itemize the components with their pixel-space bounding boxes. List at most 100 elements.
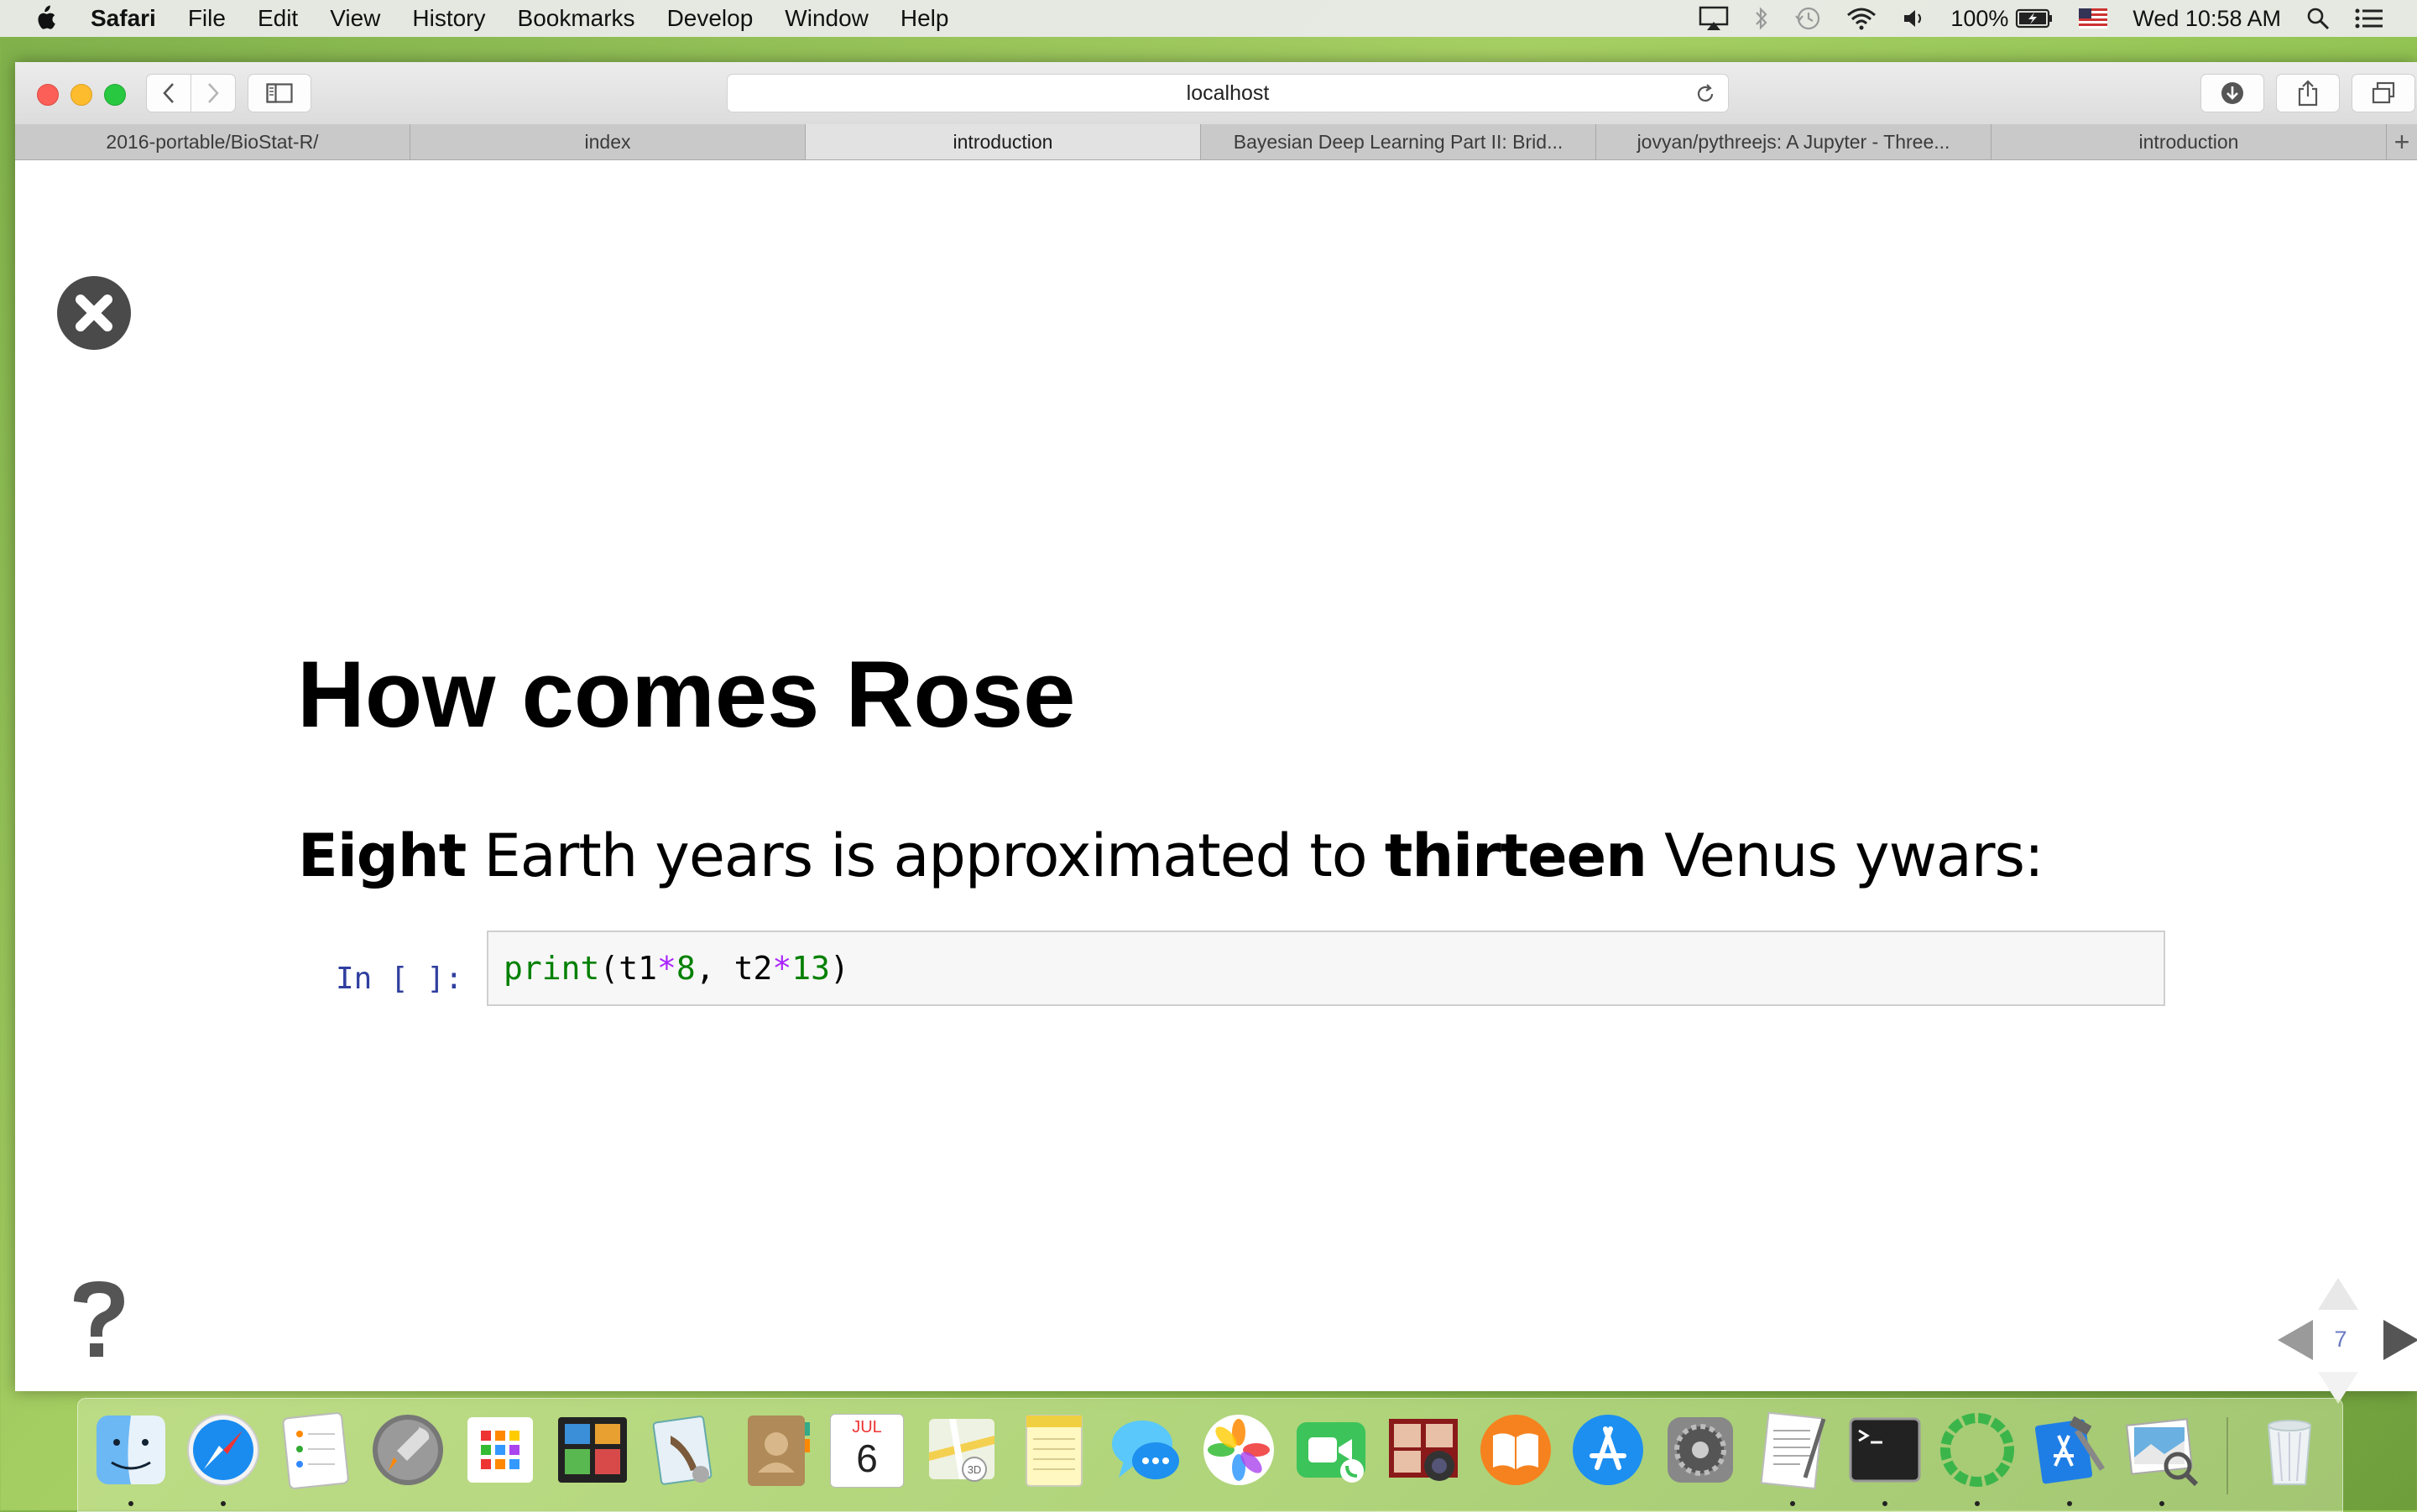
flag-icon[interactable] — [2079, 8, 2108, 29]
tab-pythreejs[interactable]: jovyan/pythreejs: A Jupyter - Three... — [1596, 124, 1992, 159]
reminders-icon[interactable] — [276, 1410, 355, 1489]
tab-label: 2016-portable/BioStat-R/ — [106, 130, 319, 153]
textedit-running-dot — [1790, 1501, 1795, 1506]
back-button[interactable] — [146, 74, 191, 112]
tab-introduction-active[interactable]: introduction — [806, 124, 1201, 159]
url-text: localhost — [1186, 81, 1270, 105]
app-store-icon[interactable] — [1569, 1410, 1647, 1489]
nav-left-arrow-icon[interactable] — [2276, 1318, 2315, 1362]
address-bar[interactable]: localhost — [727, 74, 1729, 112]
wifi-icon[interactable] — [1846, 7, 1877, 30]
photo-booth-icon[interactable] — [1384, 1410, 1463, 1489]
close-window-button[interactable] — [37, 84, 59, 106]
menu-edit[interactable]: Edit — [258, 5, 298, 32]
clock[interactable]: Wed 10:58 AM — [2132, 6, 2281, 32]
menu-app-name[interactable]: Safari — [91, 5, 156, 32]
mail-icon[interactable] — [645, 1410, 724, 1489]
terminal-icon[interactable] — [1845, 1410, 1924, 1489]
battery-icon[interactable] — [2015, 8, 2054, 29]
battery-percent: 100% — [1950, 5, 2009, 31]
tab-bar: 2016-portable/BioStat-R/ index introduct… — [15, 124, 2417, 160]
chevron-right-icon — [208, 83, 219, 103]
slide-number: 7 — [2334, 1327, 2347, 1352]
tabs-overview-icon — [2372, 81, 2395, 104]
menu-view[interactable]: View — [330, 5, 380, 32]
menu-history[interactable]: History — [412, 5, 485, 32]
forward-button[interactable] — [191, 74, 236, 112]
launchpad-icon[interactable] — [368, 1410, 447, 1489]
tab-index[interactable]: index — [410, 124, 806, 159]
share-button[interactable] — [2276, 74, 2340, 112]
dock: JUL 6 3D — [77, 1398, 2343, 1512]
finder-icon[interactable] — [91, 1410, 170, 1489]
download-icon — [2221, 82, 2243, 104]
new-tab-button[interactable]: + — [2387, 124, 2417, 159]
slide-title: How comes Rose — [297, 642, 1076, 747]
slide-subtitle: Eight Earth years is approximated to thi… — [298, 821, 2044, 890]
apple-menu-icon[interactable] — [32, 5, 57, 32]
facetime-icon[interactable] — [1292, 1410, 1370, 1489]
tab-label: introduction — [953, 130, 1053, 153]
menu-help[interactable]: Help — [901, 5, 949, 32]
app-grid-icon[interactable] — [461, 1410, 540, 1489]
green-ring-app-icon[interactable] — [1938, 1410, 2017, 1489]
tab-biostat[interactable]: 2016-portable/BioStat-R/ — [15, 124, 410, 159]
code-builtin-print: print — [504, 950, 600, 987]
menu-window[interactable]: Window — [785, 5, 869, 32]
reload-icon[interactable] — [1694, 83, 1716, 105]
trash-icon[interactable] — [2250, 1410, 2329, 1489]
share-icon — [2298, 80, 2318, 107]
nav-up-arrow-icon[interactable] — [2316, 1276, 2360, 1311]
code-token: ) — [829, 950, 849, 987]
downloads-button[interactable] — [2200, 74, 2264, 112]
terminal-running-dot — [1882, 1501, 1887, 1506]
code-number: 13 — [791, 950, 830, 987]
close-slideshow-icon[interactable] — [55, 274, 133, 352]
maximize-window-button[interactable] — [104, 84, 126, 106]
menu-bar: Safari File Edit View History Bookmarks … — [0, 0, 2417, 37]
notes-icon[interactable] — [1015, 1410, 1094, 1489]
tab-bayesian-deep-learning[interactable]: Bayesian Deep Learning Part II: Brid... — [1201, 124, 1596, 159]
notification-center-icon[interactable] — [2355, 8, 2383, 29]
ring-app-running-dot — [1975, 1501, 1980, 1506]
preview-running-dot — [2159, 1501, 2164, 1506]
spotlight-search-icon[interactable] — [2306, 7, 2330, 30]
messages-icon[interactable] — [1107, 1410, 1186, 1489]
code-operator: * — [772, 950, 792, 987]
chevron-left-icon — [163, 83, 174, 103]
time-machine-icon[interactable] — [1794, 6, 1821, 31]
xcode-icon[interactable] — [2030, 1410, 2109, 1489]
menu-bookmarks[interactable]: Bookmarks — [518, 5, 635, 32]
menu-develop[interactable]: Develop — [667, 5, 754, 32]
photos-icon[interactable] — [1199, 1410, 1278, 1489]
preview-icon[interactable] — [2122, 1410, 2201, 1489]
mission-control-icon[interactable] — [553, 1410, 632, 1489]
sidebar-icon — [266, 83, 293, 103]
show-all-tabs-button[interactable] — [2352, 74, 2415, 112]
svg-text:3D: 3D — [968, 1463, 982, 1476]
contacts-icon[interactable] — [738, 1410, 817, 1489]
calendar-month: JUL — [852, 1418, 882, 1436]
calendar-day: 6 — [856, 1436, 878, 1480]
ibooks-icon[interactable] — [1476, 1410, 1555, 1489]
bluetooth-icon[interactable] — [1754, 6, 1769, 31]
airplay-icon[interactable] — [1699, 6, 1729, 31]
volume-icon[interactable] — [1902, 7, 1925, 30]
help-question-icon[interactable] — [65, 1276, 133, 1360]
tab-introduction[interactable]: introduction — [1992, 124, 2387, 159]
code-cell-input[interactable]: print (t1 * 8, t2 * 13) — [487, 931, 2165, 1006]
system-preferences-icon[interactable] — [1661, 1410, 1740, 1489]
minimize-window-button[interactable] — [70, 84, 92, 106]
calendar-icon[interactable]: JUL 6 — [830, 1414, 904, 1488]
maps-icon[interactable]: 3D — [922, 1410, 1001, 1489]
dock-separator — [2226, 1417, 2228, 1494]
menu-file[interactable]: File — [188, 5, 226, 32]
tab-label: index — [584, 130, 631, 153]
code-number: 8 — [676, 950, 696, 987]
safari-window: localhost 2016-portable/BioStat-R/ index… — [15, 62, 2417, 1404]
textedit-icon[interactable] — [1753, 1410, 1832, 1489]
sidebar-toggle-button[interactable] — [248, 74, 311, 112]
safari-icon[interactable] — [184, 1410, 263, 1489]
nav-right-arrow-icon[interactable] — [2382, 1318, 2417, 1362]
subtitle-text-1: Earth years is approximated to — [466, 821, 1385, 890]
